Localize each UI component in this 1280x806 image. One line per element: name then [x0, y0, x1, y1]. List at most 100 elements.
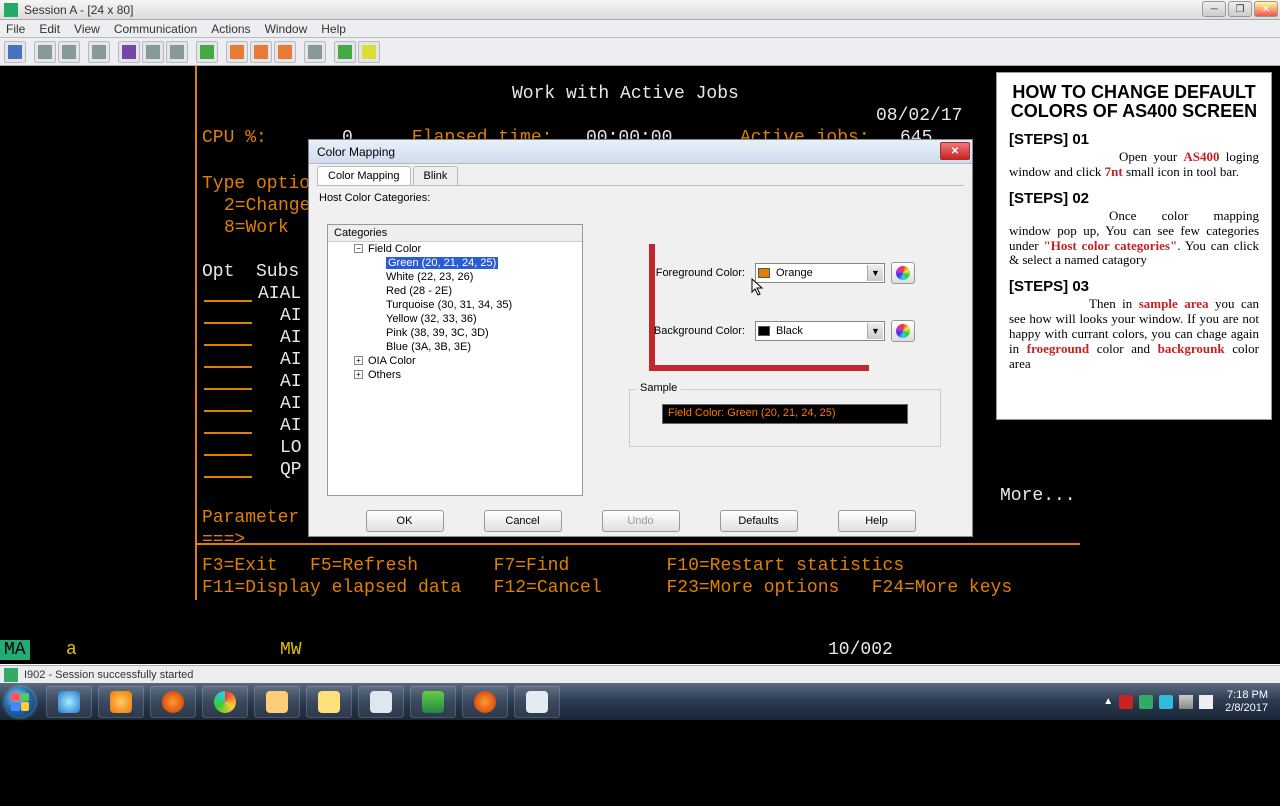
menu-actions[interactable]: Actions [211, 22, 250, 36]
ok-button[interactable]: OK [366, 510, 444, 532]
cancel-button[interactable]: Cancel [484, 510, 562, 532]
status-coord: 10/002 [828, 640, 893, 660]
taskbar-sticky[interactable] [306, 686, 352, 718]
divider-horizontal [196, 543, 1080, 545]
section-label: Host Color Categories: [319, 192, 964, 204]
taskbar-chrome[interactable] [202, 686, 248, 718]
chevron-down-icon: ▼ [867, 265, 883, 281]
taskbar: ▲ 7:18 PM 2/8/2017 [0, 683, 1280, 720]
tree-item-turquoise[interactable]: Turquoise (30, 31, 34, 35) [328, 298, 582, 312]
step-2-text: Once color mapping window pop up, You ca… [1009, 209, 1259, 269]
tree-item-pink[interactable]: Pink (38, 39, 3C, 3D) [328, 326, 582, 340]
tree-item-blue[interactable]: Blue (3A, 3B, 3E) [328, 340, 582, 354]
sub-r5: AI [280, 394, 302, 414]
help-button[interactable]: Help [838, 510, 916, 532]
bg-label: Background Color: [639, 325, 749, 337]
window-title: Session A - [24 x 80] [24, 3, 133, 17]
toolbar [0, 38, 1280, 66]
undo-button[interactable]: Undo [602, 510, 680, 532]
input-underline [204, 388, 252, 390]
menu-window[interactable]: Window [265, 22, 308, 36]
menu-communication[interactable]: Communication [114, 22, 197, 36]
sample-preview: Field Color: Green (20, 21, 24, 25) [662, 404, 908, 424]
start-button[interactable] [0, 684, 40, 720]
status-icon [4, 668, 18, 682]
taskbar-notepad[interactable] [358, 686, 404, 718]
tb-btn-3[interactable] [58, 41, 80, 63]
taskbar-ff2[interactable] [462, 686, 508, 718]
opt-change: 2=Change [224, 196, 310, 216]
tb-btn-14[interactable] [358, 41, 380, 63]
taskbar-wmp[interactable] [98, 686, 144, 718]
tree-field-color[interactable]: −Field Color [328, 242, 582, 256]
tb-btn-6[interactable] [142, 41, 164, 63]
tree-item-green[interactable]: Green (20, 21, 24, 25) [328, 256, 582, 270]
tree-item-white[interactable]: White (22, 23, 26) [328, 270, 582, 284]
tray-icon[interactable] [1119, 695, 1133, 709]
tb-btn-8[interactable] [196, 41, 218, 63]
type-opts: Type optio [202, 174, 310, 194]
step-1-text: Open your AS400 loging window and click … [1009, 150, 1259, 180]
dialog-titlebar[interactable]: Color Mapping ✕ [309, 140, 972, 164]
sub-r7: LO [280, 438, 302, 458]
input-underline [204, 344, 252, 346]
tb-btn-13[interactable] [334, 41, 356, 63]
tray-icon[interactable] [1139, 695, 1153, 709]
tray-up-icon[interactable]: ▲ [1103, 696, 1113, 707]
input-underline [204, 432, 252, 434]
taskbar-ie[interactable] [46, 686, 92, 718]
tb-btn-12[interactable] [304, 41, 326, 63]
menu-help[interactable]: Help [321, 22, 346, 36]
taskbar-session[interactable] [410, 686, 456, 718]
sub-r1: AI [280, 306, 302, 326]
minimize-button[interactable]: ─ [1202, 1, 1226, 17]
sub-r3: AI [280, 350, 302, 370]
tb-btn-5[interactable] [118, 41, 140, 63]
tray-network-icon[interactable] [1179, 695, 1193, 709]
menu-edit[interactable]: Edit [39, 22, 60, 36]
term-title: Work with Active Jobs [512, 84, 739, 104]
color-mapping-dialog: Color Mapping ✕ Color Mapping Blink Host… [308, 139, 973, 537]
tb-btn-11[interactable] [274, 41, 296, 63]
chevron-down-icon: ▼ [867, 323, 883, 339]
tree-others[interactable]: +Others [328, 368, 582, 382]
dialog-title: Color Mapping [317, 145, 395, 159]
opt-header: Opt Subs [202, 262, 299, 282]
bg-color-combo[interactable]: Black ▼ [755, 321, 885, 341]
tree-header: Categories [328, 225, 582, 242]
fg-color-combo[interactable]: Orange ▼ [755, 263, 885, 283]
tree-item-yellow[interactable]: Yellow (32, 33, 36) [328, 312, 582, 326]
tb-btn-4[interactable] [88, 41, 110, 63]
tab-color-mapping[interactable]: Color Mapping [317, 166, 411, 185]
taskbar-app[interactable] [514, 686, 560, 718]
taskbar-explorer[interactable] [254, 686, 300, 718]
dialog-close-button[interactable]: ✕ [940, 142, 970, 160]
defaults-button[interactable]: Defaults [720, 510, 798, 532]
input-underline [204, 454, 252, 456]
tb-btn-9[interactable] [226, 41, 248, 63]
taskbar-firefox[interactable] [150, 686, 196, 718]
tab-blink[interactable]: Blink [413, 166, 459, 185]
swatch-icon [758, 326, 770, 336]
bg-value: Black [776, 325, 803, 337]
system-tray[interactable]: ▲ 7:18 PM 2/8/2017 [1103, 683, 1276, 720]
tree-oia[interactable]: +OIA Color [328, 354, 582, 368]
tray-volume-icon[interactable] [1199, 695, 1213, 709]
tb-btn-7[interactable] [166, 41, 188, 63]
tb-btn-1[interactable] [4, 41, 26, 63]
menu-file[interactable]: File [6, 22, 25, 36]
tb-btn-10[interactable] [250, 41, 272, 63]
close-button[interactable]: ✕ [1254, 1, 1278, 17]
fg-palette-button[interactable] [891, 262, 915, 284]
categories-tree[interactable]: Categories −Field Color Green (20, 21, 2… [327, 224, 583, 496]
menu-view[interactable]: View [74, 22, 100, 36]
fkeys-row2: F11=Display elapsed data F12=Cancel F23=… [202, 578, 1012, 598]
bg-palette-button[interactable] [891, 320, 915, 342]
restore-button[interactable]: ❐ [1228, 1, 1252, 17]
tray-icon[interactable] [1159, 695, 1173, 709]
cursor-icon [751, 278, 763, 296]
tb-btn-2[interactable] [34, 41, 56, 63]
tree-item-red[interactable]: Red (28 - 2E) [328, 284, 582, 298]
term-date: 08/02/17 [876, 106, 962, 126]
taskbar-clock[interactable]: 7:18 PM 2/8/2017 [1225, 689, 1268, 713]
